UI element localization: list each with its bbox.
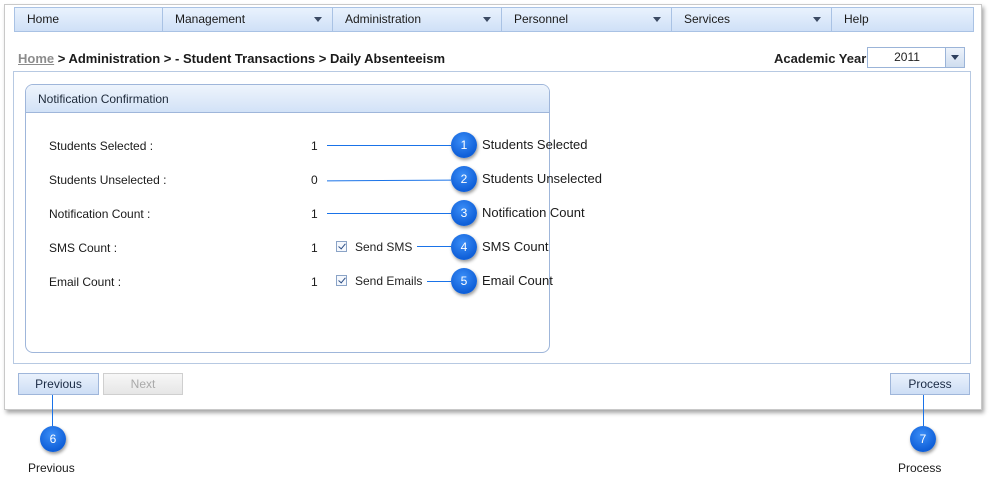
breadcrumb-home-link[interactable]: Home <box>18 51 54 66</box>
callout-connector <box>427 281 451 282</box>
callout-text-students-selected: Students Selected <box>482 137 588 152</box>
menu-services-label: Services <box>684 12 731 26</box>
send-emails-label: Send Emails <box>355 274 423 288</box>
menu-home[interactable]: Home <box>15 8 163 31</box>
menu-management-label: Management <box>175 12 246 26</box>
callout-connector <box>923 395 924 426</box>
chevron-down-icon <box>951 55 959 60</box>
menu-administration-label: Administration <box>345 12 422 26</box>
callout-badge-2: 2 <box>451 166 477 192</box>
email-count-value: 1 <box>311 275 318 289</box>
menu-management[interactable]: Management <box>163 8 333 31</box>
send-emails-checkbox[interactable] <box>336 275 347 286</box>
next-button[interactable]: Next <box>103 373 183 395</box>
academic-year-select[interactable]: 2011 <box>867 47 965 68</box>
chevron-down-icon <box>483 17 491 22</box>
process-button[interactable]: Process <box>890 373 970 395</box>
callout-connector <box>327 213 451 214</box>
notification-count-value: 1 <box>311 207 318 221</box>
callout-text-notification-count: Notification Count <box>482 205 585 220</box>
callout-badge-6: 6 <box>40 426 66 452</box>
students-unselected-label: Students Unselected : <box>49 173 167 187</box>
chevron-down-icon <box>653 17 661 22</box>
students-unselected-value: 0 <box>311 173 318 187</box>
chevron-down-icon <box>314 17 322 22</box>
callout-connector <box>52 395 53 426</box>
sms-count-label: SMS Count : <box>49 241 118 255</box>
academic-year-label: Academic Year <box>774 51 867 66</box>
main-menu: Home Management Administration Personnel… <box>14 7 974 32</box>
callout-text-previous: Previous <box>28 461 75 475</box>
students-selected-value: 1 <box>311 139 318 153</box>
academic-year-dropdown-button[interactable] <box>945 48 964 67</box>
callout-text-students-unselected: Students Unselected <box>482 171 602 186</box>
panel-title: Notification Confirmation <box>26 85 549 113</box>
notification-count-label: Notification Count : <box>49 207 151 221</box>
previous-button[interactable]: Previous <box>18 373 99 395</box>
callout-text-sms-count: SMS Count <box>482 239 549 254</box>
callout-badge-3: 3 <box>451 200 477 226</box>
chevron-down-icon <box>813 17 821 22</box>
menu-help-label: Help <box>844 12 869 26</box>
callout-badge-1: 1 <box>451 132 477 158</box>
callout-connector <box>417 246 451 247</box>
menu-personnel-label: Personnel <box>514 12 569 26</box>
callout-connector <box>327 145 451 146</box>
menu-home-label: Home <box>27 12 60 26</box>
menu-personnel[interactable]: Personnel <box>502 8 672 31</box>
callout-text-email-count: Email Count <box>482 273 553 288</box>
email-count-label: Email Count : <box>49 275 122 289</box>
callout-badge-7: 7 <box>910 426 936 452</box>
students-selected-label: Students Selected : <box>49 139 154 153</box>
menu-administration[interactable]: Administration <box>333 8 502 31</box>
send-sms-checkbox[interactable] <box>336 241 347 252</box>
menu-services[interactable]: Services <box>672 8 832 31</box>
callout-badge-4: 4 <box>451 234 477 260</box>
academic-year-value: 2011 <box>894 50 920 64</box>
callout-text-process: Process <box>898 461 942 475</box>
callout-badge-5: 5 <box>451 268 477 294</box>
breadcrumb-path: > Administration > - Student Transaction… <box>54 51 446 66</box>
send-sms-label: Send SMS <box>355 240 413 254</box>
breadcrumb: Home > Administration > - Student Transa… <box>18 51 445 66</box>
sms-count-value: 1 <box>311 241 318 255</box>
menu-help[interactable]: Help <box>832 8 971 31</box>
